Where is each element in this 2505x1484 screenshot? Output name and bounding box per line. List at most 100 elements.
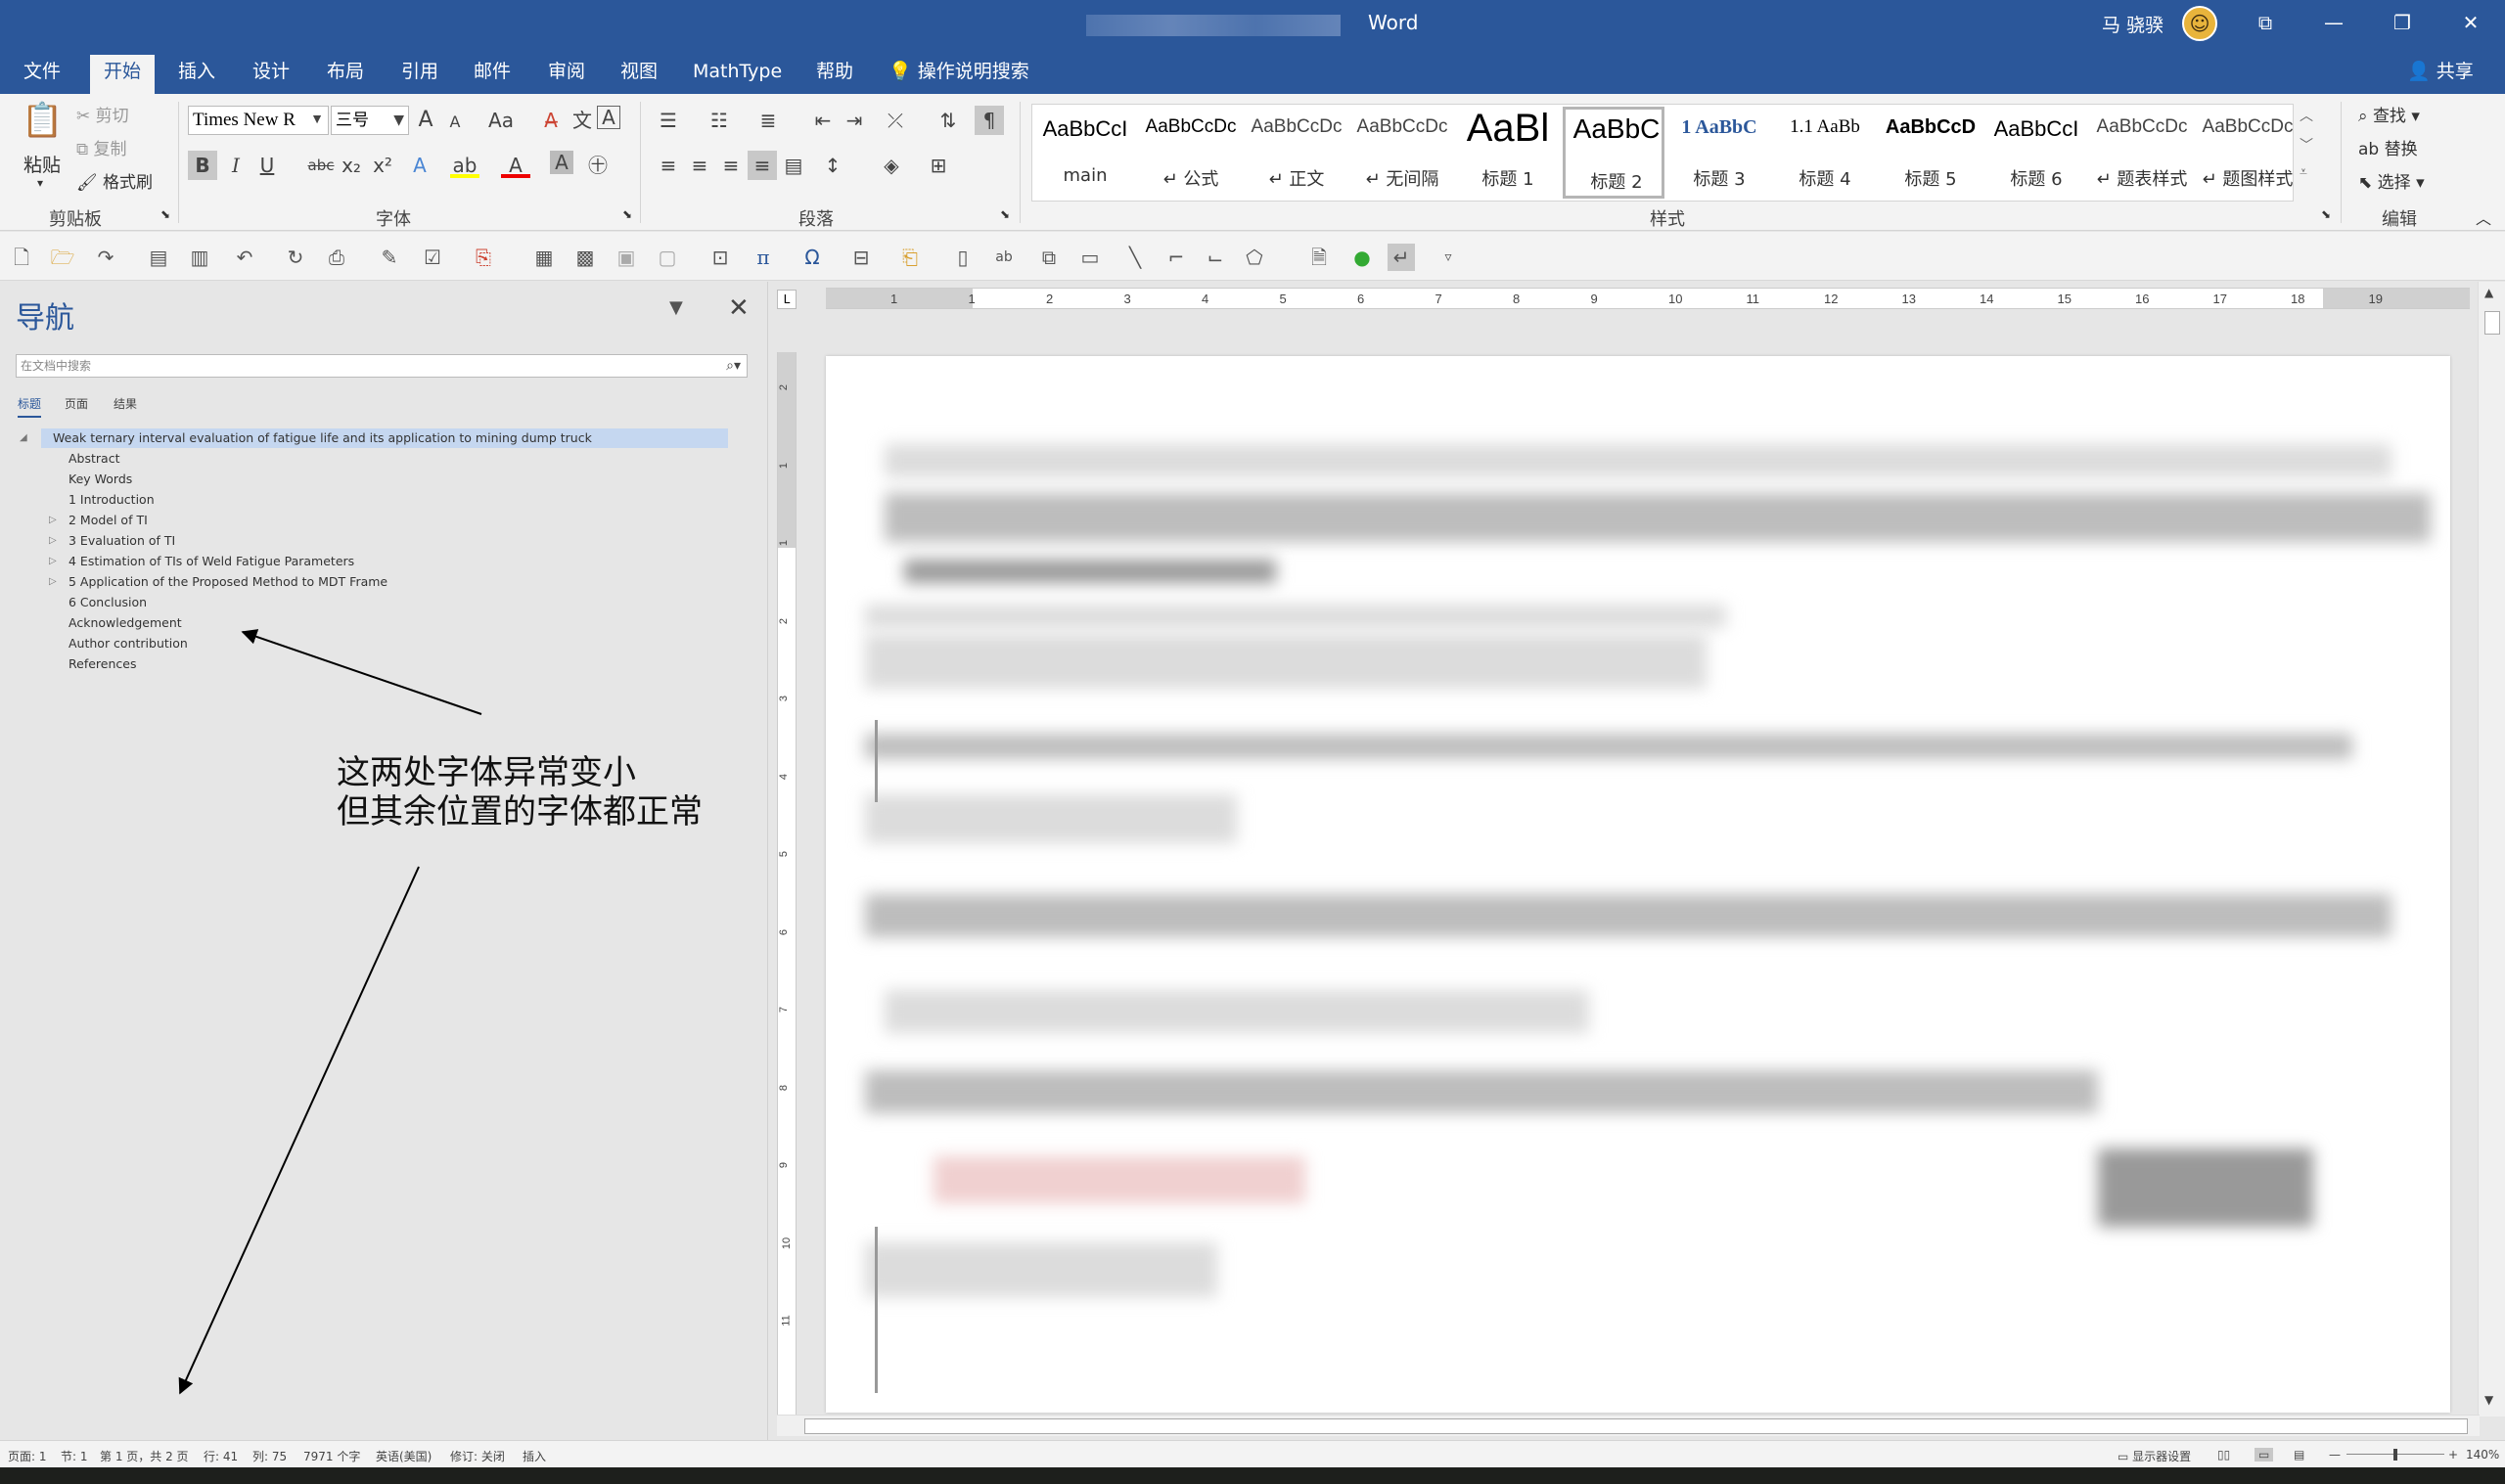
- format-painter-button[interactable]: 🖌 格式刷: [76, 168, 153, 193]
- tab-file[interactable]: 文件: [10, 55, 74, 94]
- scroll-down-icon[interactable]: ▼: [2484, 1393, 2493, 1407]
- nav-heading-item[interactable]: References: [68, 654, 136, 674]
- bullets-icon[interactable]: ☰: [654, 106, 683, 135]
- paste-special-icon[interactable]: ▤: [145, 244, 172, 271]
- highlight-button[interactable]: ab: [450, 151, 479, 178]
- circle-shape-icon[interactable]: ●: [1348, 244, 1376, 271]
- style-heading-1[interactable]: AaBl 标题 1: [1457, 107, 1559, 199]
- return-arrow-icon[interactable]: ↵: [1388, 244, 1415, 271]
- vertical-ruler[interactable]: 2 1 1 2 3 4 5 6 7 8 9 10 11: [777, 352, 797, 1426]
- web-layout-icon[interactable]: ▤: [2294, 1448, 2304, 1462]
- minimize-button[interactable]: —: [2300, 0, 2368, 45]
- tab-home[interactable]: 开始: [90, 55, 156, 94]
- bold-button[interactable]: B: [188, 151, 217, 180]
- paragraph-launcher-icon[interactable]: ⬊: [1000, 207, 1010, 221]
- document-page[interactable]: [826, 356, 2450, 1413]
- equation-icon[interactable]: π: [750, 244, 777, 271]
- edit-document-icon[interactable]: ✎: [376, 244, 403, 271]
- tab-selector[interactable]: L: [777, 290, 797, 309]
- justify-icon[interactable]: ≡: [748, 151, 777, 180]
- clear-formatting-icon[interactable]: A̶: [536, 106, 566, 135]
- collapse-ribbon-icon[interactable]: ︿: [2476, 205, 2491, 229]
- status-language[interactable]: 英语(美国): [376, 1448, 432, 1464]
- avatar[interactable]: ☺: [2182, 6, 2217, 41]
- tab-references[interactable]: 引用: [387, 55, 452, 94]
- user-name[interactable]: 马 骁骙: [2102, 11, 2163, 37]
- style-heading-3[interactable]: 1 AaBbC 标题 3: [1668, 107, 1770, 199]
- expand-triangle-icon[interactable]: ▷: [49, 511, 57, 530]
- distributed-icon[interactable]: ▤: [779, 151, 808, 180]
- clipboard-launcher-icon[interactable]: ⬊: [160, 207, 170, 221]
- nav-heading-item[interactable]: ▷ 2 Model of TI: [49, 511, 148, 530]
- redo-icon[interactable]: ↷: [92, 244, 119, 271]
- page-icon[interactable]: ▭: [1076, 244, 1104, 271]
- insert-table-icon[interactable]: ▦: [530, 244, 558, 271]
- vertical-scroll-thumb[interactable]: [2484, 311, 2500, 335]
- strikethrough-button[interactable]: abc: [303, 151, 339, 180]
- print-icon[interactable]: ⎙: [323, 244, 350, 271]
- italic-button[interactable]: I: [221, 151, 250, 180]
- paste-button[interactable]: 粘贴: [23, 151, 61, 177]
- styles-launcher-icon[interactable]: ⬊: [2321, 207, 2331, 221]
- align-right-icon[interactable]: ≡: [716, 151, 746, 180]
- text-effects-icon[interactable]: A: [405, 151, 434, 180]
- split-cells-icon[interactable]: ▢: [654, 244, 681, 271]
- nav-heading-item[interactable]: Author contribution: [68, 634, 188, 653]
- font-size-combo[interactable]: 三号 ▼: [331, 106, 409, 135]
- gallery-more-icon[interactable]: ⩡: [2300, 164, 2307, 180]
- clipboard-icon[interactable]: ⎗: [896, 244, 924, 271]
- open-folder-icon[interactable]: 🗁: [49, 244, 76, 271]
- nav-tab-results[interactable]: 结果: [114, 395, 137, 412]
- check-document-icon[interactable]: ☑: [419, 244, 446, 271]
- align-center-icon[interactable]: ≡: [685, 151, 714, 180]
- nav-heading-item[interactable]: ▷ 5 Application of the Proposed Method to…: [49, 572, 387, 592]
- restore-button[interactable]: ❐: [2368, 0, 2437, 45]
- increase-indent-icon[interactable]: ⇥: [840, 106, 869, 135]
- sort-icon[interactable]: ⇅: [934, 106, 963, 135]
- font-launcher-icon[interactable]: ⬊: [622, 207, 632, 221]
- elbow-connector-icon[interactable]: ⌐: [1162, 244, 1190, 271]
- grow-font-icon[interactable]: A: [411, 106, 440, 135]
- expand-triangle-icon[interactable]: ▷: [49, 552, 57, 571]
- style-heading-4[interactable]: 1.1 AaBb 标题 4: [1774, 107, 1876, 199]
- nav-heading-item[interactable]: Acknowledgement: [68, 613, 182, 633]
- nav-heading-item[interactable]: 6 Conclusion: [68, 593, 147, 612]
- nav-tab-pages[interactable]: 页面: [65, 395, 88, 412]
- repeat-icon[interactable]: ↻: [282, 244, 309, 271]
- zoom-in-icon[interactable]: +: [2448, 1448, 2458, 1462]
- table-grid-icon[interactable]: ▩: [571, 244, 599, 271]
- replace-button[interactable]: ab 替换: [2358, 135, 2418, 159]
- document-icon[interactable]: ▯: [949, 244, 977, 271]
- nav-heading-item[interactable]: ▷ 3 Evaluation of TI: [49, 531, 175, 551]
- new-page-icon[interactable]: 🗎: [1305, 244, 1333, 271]
- gallery-scroll-up-icon[interactable]: ︿: [2300, 106, 2313, 125]
- tab-help[interactable]: 帮助: [802, 55, 867, 94]
- expand-triangle-icon[interactable]: ▷: [49, 572, 57, 592]
- status-page-of[interactable]: 第 1 页，共 2 页: [100, 1448, 189, 1464]
- horizontal-scroll-thumb[interactable]: [804, 1418, 2468, 1434]
- underline-button[interactable]: U: [252, 151, 282, 180]
- connector-icon[interactable]: ⌙: [1202, 244, 1229, 271]
- tab-design[interactable]: 设计: [239, 55, 303, 94]
- change-case-icon[interactable]: Aa: [479, 106, 523, 135]
- gallery-scroll-down-icon[interactable]: ﹀: [2300, 135, 2313, 155]
- paste-dropdown-icon[interactable]: ▾: [37, 176, 43, 190]
- phonetic-guide-icon[interactable]: 文: [568, 106, 597, 135]
- style-no-spacing[interactable]: AaBbCcDc ↵ 无间隔: [1351, 107, 1453, 199]
- nav-close-icon[interactable]: ✕: [728, 293, 750, 323]
- chinese-layout-icon[interactable]: ⤫: [881, 106, 910, 135]
- new-document-icon[interactable]: 🗋: [8, 244, 35, 271]
- status-track-changes[interactable]: 修订: 关闭: [450, 1448, 505, 1464]
- print-preview-icon[interactable]: ▥: [186, 244, 213, 271]
- status-word-count[interactable]: 7971 个字: [303, 1448, 360, 1464]
- zoom-out-icon[interactable]: —: [2329, 1448, 2341, 1462]
- tab-insert[interactable]: 插入: [164, 55, 229, 94]
- style-table-caption[interactable]: AaBbCcDc ↵ 题表样式: [2091, 107, 2193, 199]
- style-heading-6[interactable]: AaBbCcI 标题 6: [1985, 107, 2087, 199]
- nav-heading-item[interactable]: 1 Introduction: [68, 490, 155, 510]
- pdf-icon[interactable]: ⎘: [470, 244, 497, 271]
- align-left-icon[interactable]: ≡: [654, 151, 683, 180]
- style-body[interactable]: AaBbCcDc ↵ 正文: [1246, 107, 1347, 199]
- zoom-slider-thumb[interactable]: [2393, 1449, 2397, 1461]
- line-icon[interactable]: ╲: [1121, 244, 1149, 271]
